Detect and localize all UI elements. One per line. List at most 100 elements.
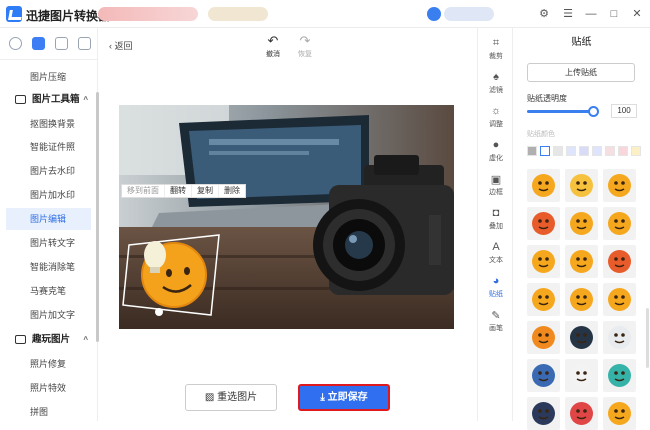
sticker-item[interactable]: [565, 321, 598, 354]
sidebar-item-image-to-text[interactable]: 图片转文字: [6, 232, 91, 254]
tool-label: 文本: [489, 257, 503, 264]
app-logo-icon: [6, 6, 22, 22]
sticker-item[interactable]: [565, 169, 598, 202]
bring-to-front-button[interactable]: 移到前面: [122, 185, 165, 197]
sticker-item[interactable]: [603, 245, 636, 278]
tool-border[interactable]: ▣ 边框: [478, 170, 514, 206]
sidebar-item-mosaic[interactable]: 马赛克笔: [6, 280, 91, 302]
face-red-cheeks-icon: [532, 212, 555, 235]
face-star-icon: [608, 402, 631, 425]
color-swatch[interactable]: [579, 146, 589, 156]
chevron-up-icon[interactable]: ^: [83, 330, 88, 350]
user-avatar-icon[interactable]: [427, 7, 441, 21]
user-name-placeholder[interactable]: [444, 7, 494, 21]
flip-button[interactable]: 翻转: [165, 185, 192, 197]
sidebar-item-add-text[interactable]: 图片加文字: [6, 304, 91, 326]
sticker-item[interactable]: [527, 245, 560, 278]
close-button[interactable]: ✕: [629, 6, 645, 22]
color-swatch[interactable]: [540, 146, 550, 156]
tool-adjust[interactable]: ☼ 调整: [478, 102, 514, 138]
sticker-item[interactable]: [565, 283, 598, 316]
sticker-item[interactable]: [527, 397, 560, 430]
panel-scrollbar[interactable]: [646, 308, 649, 368]
tool-blur[interactable]: ● 虚化: [478, 136, 514, 172]
copy-button[interactable]: 复制: [192, 185, 219, 197]
sidebar-item-image-compress[interactable]: 图片压缩: [6, 66, 91, 88]
sticker-item[interactable]: [603, 283, 636, 316]
sticker-item[interactable]: [565, 207, 598, 240]
color-swatch[interactable]: [527, 146, 537, 156]
tool-overlay[interactable]: ◘ 叠加: [478, 204, 514, 240]
sticker-item[interactable]: [603, 321, 636, 354]
sticker-item[interactable]: [603, 397, 636, 430]
color-swatches: [527, 146, 644, 156]
back-button[interactable]: ‹ 返回: [109, 39, 133, 52]
tool-text[interactable]: A 文本: [478, 238, 514, 274]
settings-icon[interactable]: ⚙: [536, 6, 552, 22]
face-sunglasses-icon: [570, 288, 593, 311]
minimize-button[interactable]: —: [583, 6, 599, 22]
sidebar-item-image-edit[interactable]: 图片编辑: [6, 208, 91, 230]
chevron-up-icon[interactable]: ^: [83, 90, 88, 110]
toolbox-icon[interactable]: [32, 37, 45, 50]
undo-label: 撤消: [266, 51, 280, 58]
promo-banner[interactable]: [98, 7, 198, 21]
color-swatch[interactable]: [618, 146, 628, 156]
color-swatch[interactable]: [566, 146, 576, 156]
menu-icon[interactable]: ☰: [560, 6, 576, 22]
promo-badge[interactable]: [208, 7, 268, 21]
sidebar-item-collage[interactable]: 拼图: [6, 401, 91, 423]
tool-filter[interactable]: ♠ 滤镜: [478, 68, 514, 104]
sidebar-item-photo-repair[interactable]: 照片修复: [6, 353, 91, 375]
face-beer-icon: [570, 212, 593, 235]
maximize-button[interactable]: □: [606, 6, 622, 22]
sticker-item[interactable]: [603, 207, 636, 240]
sidebar-item-id-photo[interactable]: 智能证件照: [6, 136, 91, 158]
image-icon[interactable]: [55, 37, 68, 50]
home-icon[interactable]: [9, 37, 22, 50]
delete-button[interactable]: 删除: [219, 185, 245, 197]
redo-button[interactable]: ↷ 恢复: [293, 34, 317, 59]
opacity-slider-track[interactable]: [527, 110, 593, 113]
opacity-value[interactable]: 100: [611, 104, 637, 118]
sticker-item[interactable]: [565, 245, 598, 278]
tool-crop[interactable]: ⌗ 裁剪: [478, 34, 514, 70]
sidebar-category-bar: [0, 28, 98, 60]
sticker-item[interactable]: [565, 397, 598, 430]
sticker-item[interactable]: [527, 359, 560, 392]
sidebar-group-toolbox[interactable]: 图片工具箱 ^: [0, 90, 98, 110]
color-swatch[interactable]: [605, 146, 615, 156]
color-swatch[interactable]: [553, 146, 563, 156]
sticker-item[interactable]: [565, 359, 598, 392]
sticker-item[interactable]: [527, 207, 560, 240]
sidebar-item-remove-watermark[interactable]: 图片去水印: [6, 160, 91, 182]
tool-sticker[interactable]: ◕ 贴纸: [478, 272, 514, 308]
brush-icon: ✎: [491, 310, 501, 322]
undo-button[interactable]: ↶ 撤消: [261, 34, 285, 59]
sticker-item[interactable]: [527, 169, 560, 202]
upload-sticker-button[interactable]: 上传贴纸: [527, 63, 635, 82]
face-angry-icon: [608, 250, 631, 273]
reselect-image-button[interactable]: ▨ 重选图片: [185, 384, 277, 411]
sticker-item[interactable]: [603, 169, 636, 202]
title-bar: 迅捷图片转换器 ⚙ ☰ — □ ✕: [0, 0, 650, 28]
tool-label: 裁剪: [489, 53, 503, 60]
tool-brush[interactable]: ✎ 画笔: [478, 306, 514, 342]
sidebar-group-fun[interactable]: 趣玩图片 ^: [0, 330, 98, 350]
document-icon[interactable]: [78, 37, 91, 50]
color-swatch[interactable]: [592, 146, 602, 156]
sidebar-item-photo-effects[interactable]: 照片特效: [6, 377, 91, 399]
sticker-item[interactable]: [527, 321, 560, 354]
sticker-item[interactable]: [603, 359, 636, 392]
crop-icon: ⌗: [492, 37, 500, 49]
face-devil-icon: [570, 402, 593, 425]
opacity-slider-handle[interactable]: [588, 106, 599, 117]
tool-column: ⌗ 裁剪 ♠ 滤镜 ☼ 调整 ● 虚化 ▣ 边框 ◘ 叠加 A 文本 ◕ 贴纸 …: [477, 28, 513, 421]
edited-photo[interactable]: [119, 105, 454, 329]
sidebar-item-smart-eraser[interactable]: 智能消除笔: [6, 256, 91, 278]
sticker-item[interactable]: [527, 283, 560, 316]
save-button[interactable]: ⤓ 立即保存: [298, 384, 390, 411]
sidebar-item-cutout[interactable]: 抠图换背景: [6, 113, 91, 135]
sidebar-item-add-watermark[interactable]: 图片加水印: [6, 184, 91, 206]
color-swatch[interactable]: [631, 146, 641, 156]
